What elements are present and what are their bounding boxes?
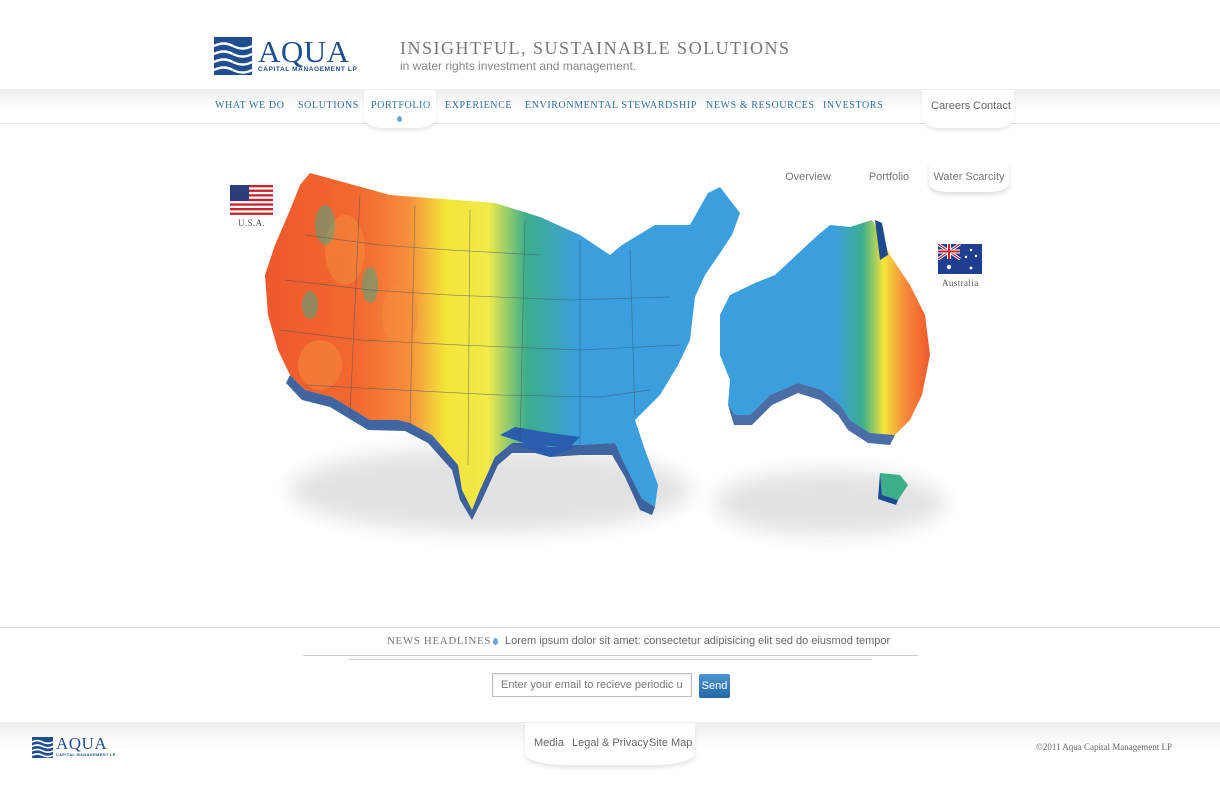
careers-link[interactable]: Careers bbox=[931, 100, 970, 112]
nav-experience[interactable]: EXPERIENCE bbox=[445, 100, 512, 111]
tagline-subtitle: in water rights investment and managemen… bbox=[400, 59, 637, 73]
nav-environmental-stewardship[interactable]: ENVIRONMENTAL STEWARDSHIP bbox=[525, 100, 697, 111]
australia-map bbox=[720, 220, 930, 505]
nav-what-we-do[interactable]: WHAT WE DO bbox=[215, 100, 285, 111]
brand-name: AQUA bbox=[56, 734, 108, 753]
footer-logo[interactable]: AQUA CAPITAL MANAGEMENT LP bbox=[32, 734, 122, 759]
send-button[interactable]: Send bbox=[699, 674, 730, 698]
water-scarcity-map bbox=[265, 173, 945, 535]
brand-subtitle: CAPITAL MANAGEMENT LP bbox=[258, 66, 358, 73]
site-map-link[interactable]: Site Map bbox=[649, 737, 692, 749]
news-headline-link[interactable]: Lorem ipsum dolor sit amet: consectetur … bbox=[505, 635, 890, 647]
brand-name: AQUA bbox=[258, 34, 350, 69]
brand-logo[interactable]: AQUA CAPITAL MANAGEMENT LP bbox=[214, 34, 358, 77]
nav-investors[interactable]: INVESTORS bbox=[823, 100, 883, 111]
waves-icon bbox=[214, 37, 252, 75]
droplet-icon bbox=[493, 638, 498, 645]
contact-link[interactable]: Contact bbox=[973, 100, 1011, 112]
brand-subtitle: CAPITAL MANAGEMENT LP bbox=[56, 752, 116, 757]
tagline-title: INSIGHTFUL, SUSTAINABLE SOLUTIONS bbox=[400, 38, 791, 58]
legal-privacy-link[interactable]: Legal & Privacy bbox=[572, 737, 648, 749]
copyright-text: ©2011 Aqua Capital Management LP bbox=[1036, 742, 1172, 752]
droplet-icon bbox=[397, 116, 402, 122]
divider bbox=[303, 655, 918, 656]
news-divider bbox=[0, 627, 1220, 628]
divider bbox=[349, 659, 872, 660]
media-link[interactable]: Media bbox=[534, 737, 564, 749]
nav-portfolio[interactable]: PORTFOLIO bbox=[371, 100, 431, 111]
email-field[interactable] bbox=[492, 673, 692, 697]
nav-solutions[interactable]: SOLUTIONS bbox=[298, 100, 359, 111]
nav-news-resources[interactable]: NEWS & RESOURCES bbox=[706, 100, 815, 111]
waves-icon bbox=[32, 737, 53, 758]
news-headlines-label: NEWS HEADLINES bbox=[387, 635, 492, 647]
